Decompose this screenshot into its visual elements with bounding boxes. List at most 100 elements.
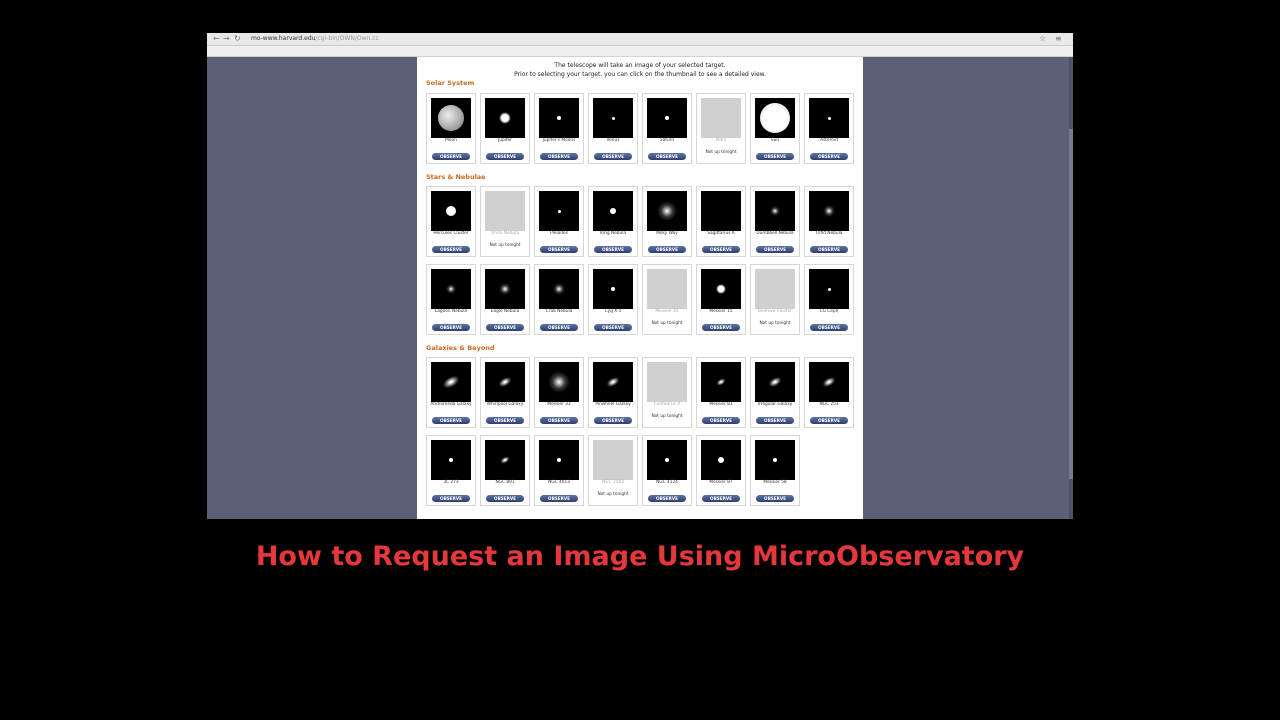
target-name[interactable]: Irregular Galaxy bbox=[751, 402, 799, 407]
target-thumbnail[interactable] bbox=[755, 269, 795, 309]
target-name[interactable]: NGC 891 bbox=[481, 480, 529, 485]
target-name[interactable]: Asteroid bbox=[805, 138, 853, 143]
target-name[interactable]: Whirlpool Galaxy bbox=[481, 402, 529, 407]
target-name[interactable]: Milky Way bbox=[643, 231, 691, 236]
target-name[interactable]: Moon bbox=[427, 138, 475, 143]
observe-button[interactable]: OBSERVE bbox=[486, 324, 524, 331]
target-name[interactable]: Messier 15 bbox=[697, 309, 745, 314]
observe-button[interactable]: OBSERVE bbox=[594, 246, 632, 253]
observe-button[interactable]: OBSERVE bbox=[702, 417, 740, 424]
observe-button[interactable]: OBSERVE bbox=[810, 417, 848, 424]
target-thumbnail[interactable] bbox=[755, 191, 795, 231]
observe-button[interactable]: OBSERVE bbox=[594, 153, 632, 160]
observe-button[interactable]: OBSERVE bbox=[540, 153, 578, 160]
target-name[interactable]: NGC 2563 bbox=[589, 480, 637, 485]
target-thumbnail[interactable] bbox=[593, 269, 633, 309]
target-thumbnail[interactable] bbox=[647, 98, 687, 138]
target-thumbnail[interactable] bbox=[701, 440, 741, 480]
observe-button[interactable]: OBSERVE bbox=[756, 417, 794, 424]
target-name[interactable]: NGC 4124 bbox=[643, 480, 691, 485]
target-name[interactable]: Ring Nebula bbox=[589, 231, 637, 236]
target-thumbnail[interactable] bbox=[701, 98, 741, 138]
url-text[interactable]: mo-www.harvard.edu/cgi-bin/OWN/Own.cc bbox=[251, 34, 379, 44]
target-name[interactable]: Pleiades bbox=[535, 231, 583, 236]
observe-button[interactable]: OBSERVE bbox=[486, 417, 524, 424]
observe-button[interactable]: OBSERVE bbox=[648, 153, 686, 160]
target-thumbnail[interactable] bbox=[755, 98, 795, 138]
target-thumbnail[interactable] bbox=[593, 362, 633, 402]
observe-button[interactable]: OBSERVE bbox=[432, 246, 470, 253]
target-thumbnail[interactable] bbox=[647, 362, 687, 402]
observe-button[interactable]: OBSERVE bbox=[540, 495, 578, 502]
target-thumbnail[interactable] bbox=[647, 269, 687, 309]
target-thumbnail[interactable] bbox=[539, 269, 579, 309]
target-thumbnail[interactable] bbox=[755, 362, 795, 402]
observe-button[interactable]: OBSERVE bbox=[594, 324, 632, 331]
target-thumbnail[interactable] bbox=[701, 191, 741, 231]
target-thumbnail[interactable] bbox=[539, 98, 579, 138]
target-thumbnail[interactable] bbox=[431, 269, 471, 309]
target-thumbnail[interactable] bbox=[593, 440, 633, 480]
target-name[interactable]: Saturn bbox=[643, 138, 691, 143]
observe-button[interactable]: OBSERVE bbox=[702, 324, 740, 331]
observe-button[interactable]: OBSERVE bbox=[540, 246, 578, 253]
target-name[interactable]: 3C 273 bbox=[427, 480, 475, 485]
target-thumbnail[interactable] bbox=[485, 440, 525, 480]
target-thumbnail[interactable] bbox=[809, 362, 849, 402]
target-name[interactable]: CG Ceph bbox=[805, 309, 853, 314]
bookmark-item[interactable]: ROL bbox=[351, 55, 368, 56]
target-thumbnail[interactable] bbox=[809, 191, 849, 231]
target-thumbnail[interactable] bbox=[485, 269, 525, 309]
bookmark-item[interactable]: CUT bbox=[238, 55, 255, 56]
target-name[interactable]: Pinwheel Galaxy bbox=[589, 402, 637, 407]
target-thumbnail[interactable] bbox=[593, 98, 633, 138]
target-thumbnail[interactable] bbox=[431, 191, 471, 231]
observe-button[interactable]: OBSERVE bbox=[702, 246, 740, 253]
bookmark-item[interactable]: ADB bbox=[398, 55, 416, 56]
observe-button[interactable]: OBSERVE bbox=[540, 324, 578, 331]
target-name[interactable]: Hercules Cluster bbox=[427, 231, 475, 236]
target-name[interactable]: Messier 33 bbox=[535, 402, 583, 407]
target-name[interactable]: Lagoon Nebula bbox=[427, 309, 475, 314]
target-name[interactable]: Jupiter bbox=[481, 138, 529, 143]
observe-button[interactable]: OBSERVE bbox=[432, 417, 470, 424]
target-name[interactable]: Sagittarius A bbox=[697, 231, 745, 236]
observe-button[interactable]: OBSERVE bbox=[540, 417, 578, 424]
observe-button[interactable]: OBSERVE bbox=[432, 153, 470, 160]
bookmark-item[interactable]: DRV bbox=[305, 55, 322, 56]
target-name[interactable]: Trifid Nebula bbox=[805, 231, 853, 236]
target-thumbnail[interactable] bbox=[485, 191, 525, 231]
target-thumbnail[interactable] bbox=[539, 191, 579, 231]
observe-button[interactable]: OBSERVE bbox=[648, 246, 686, 253]
observe-button[interactable]: OBSERVE bbox=[486, 153, 524, 160]
target-name[interactable]: NGC 253 bbox=[805, 402, 853, 407]
observe-button[interactable]: OBSERVE bbox=[432, 495, 470, 502]
target-thumbnail[interactable] bbox=[647, 191, 687, 231]
target-name[interactable]: Andromeda Galaxy bbox=[427, 402, 475, 407]
target-thumbnail[interactable] bbox=[809, 269, 849, 309]
star-icon[interactable]: ☆ bbox=[1039, 34, 1046, 44]
target-thumbnail[interactable] bbox=[431, 98, 471, 138]
address-bar[interactable]: ← → ↻ mo-www.harvard.edu/cgi-bin/OWN/Own… bbox=[207, 33, 1073, 46]
observe-button[interactable]: OBSERVE bbox=[810, 324, 848, 331]
observe-button[interactable]: OBSERVE bbox=[810, 153, 848, 160]
reload-icon[interactable]: ↻ bbox=[234, 34, 241, 44]
target-name[interactable]: Sun bbox=[751, 138, 799, 143]
back-icon[interactable]: ← bbox=[213, 34, 220, 44]
target-name[interactable]: Beehive Cluster bbox=[751, 309, 799, 314]
observe-button[interactable]: OBSERVE bbox=[594, 417, 632, 424]
target-thumbnail[interactable] bbox=[485, 362, 525, 402]
target-name[interactable]: Centaurus A bbox=[643, 402, 691, 407]
target-thumbnail[interactable] bbox=[593, 191, 633, 231]
target-thumbnail[interactable] bbox=[539, 440, 579, 480]
target-name[interactable]: Messier 45 bbox=[643, 309, 691, 314]
target-thumbnail[interactable] bbox=[431, 362, 471, 402]
target-thumbnail[interactable] bbox=[701, 362, 741, 402]
target-thumbnail[interactable] bbox=[755, 440, 795, 480]
target-name[interactable]: Cyg X-1 bbox=[589, 309, 637, 314]
observe-button[interactable]: OBSERVE bbox=[756, 246, 794, 253]
target-name[interactable]: Orion Nebula bbox=[481, 231, 529, 236]
forward-icon[interactable]: → bbox=[223, 34, 230, 44]
observe-button[interactable]: OBSERVE bbox=[486, 495, 524, 502]
bookmark-item[interactable]: HVD bbox=[374, 55, 392, 56]
